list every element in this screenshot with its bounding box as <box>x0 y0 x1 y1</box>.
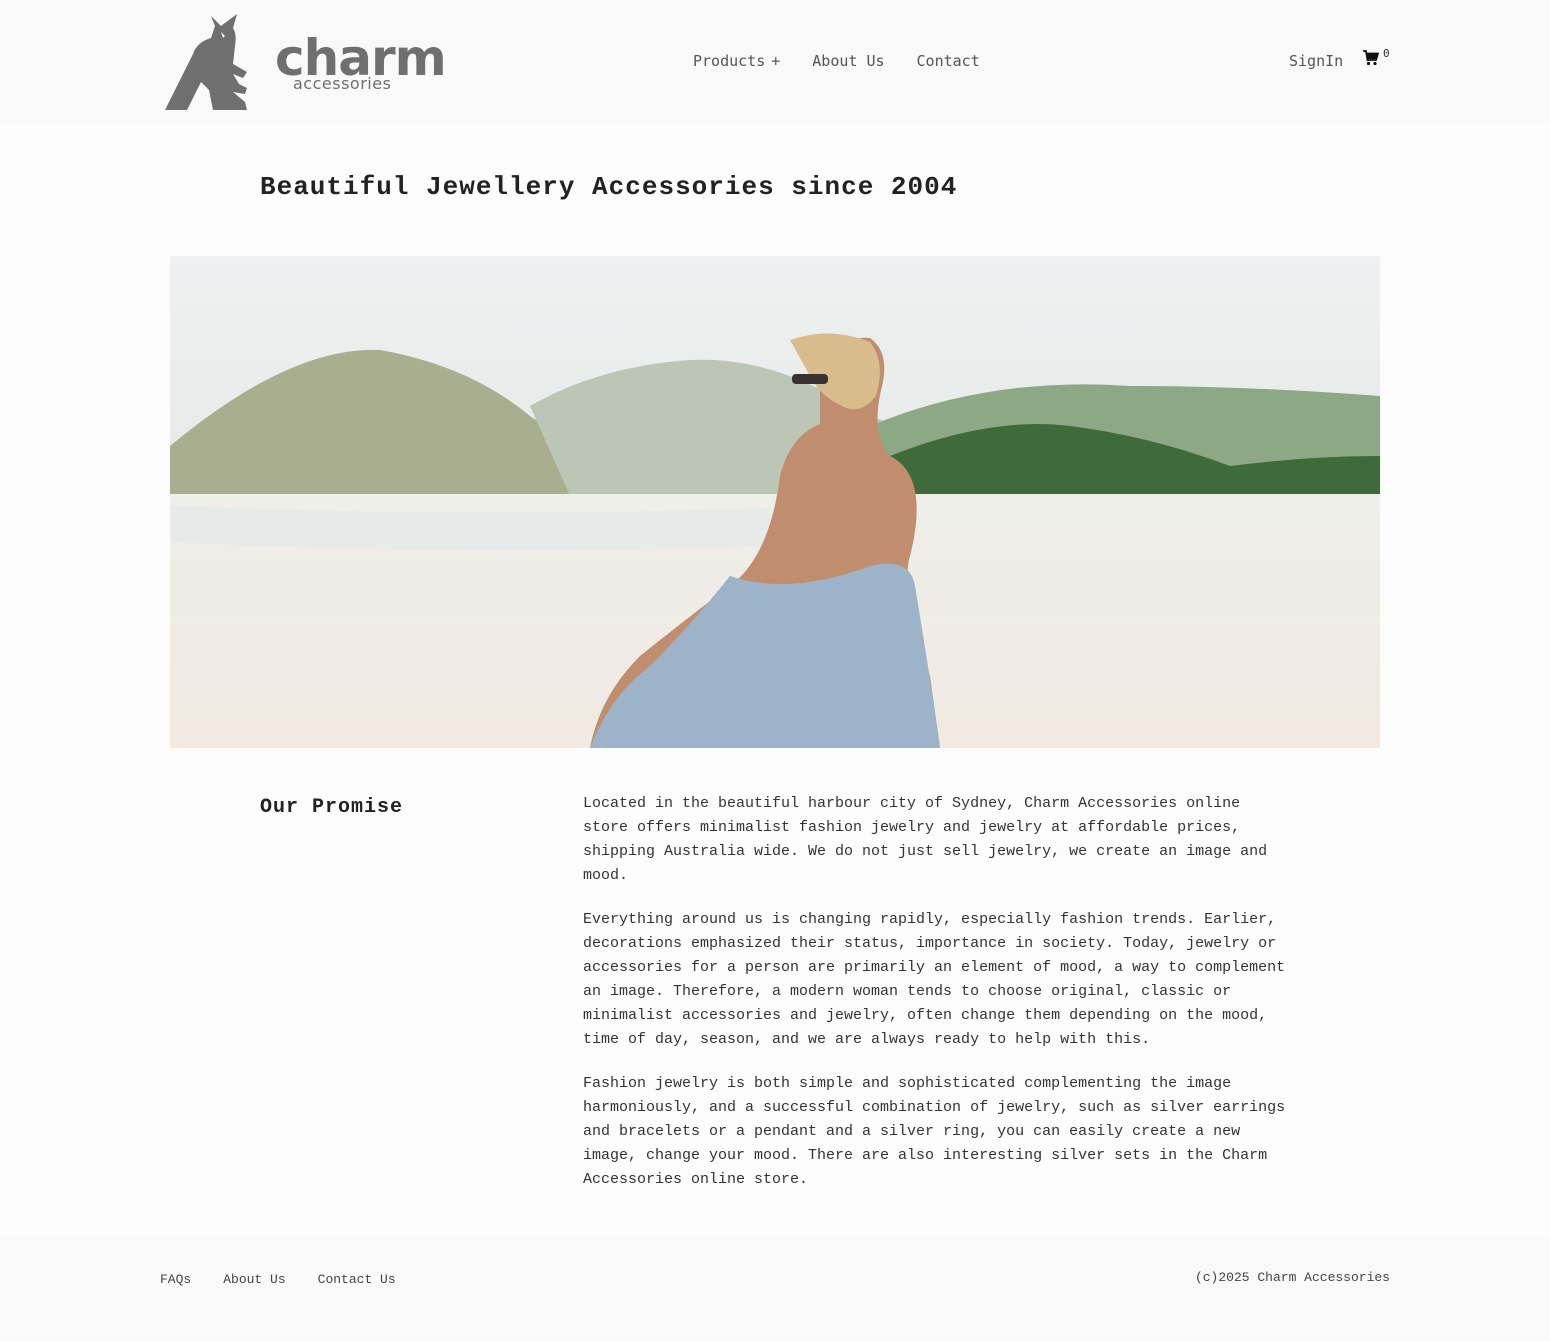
footer-link-faqs[interactable]: FAQs <box>160 1272 191 1287</box>
cart-icon <box>1363 50 1380 66</box>
page-title: Beautiful Jewellery Accessories since 20… <box>260 172 958 202</box>
site-logo[interactable]: charm accessories <box>163 12 447 112</box>
promise-paragraph: Fashion jewelry is both simple and sophi… <box>583 1075 1286 1188</box>
nav-item-about[interactable]: About Us <box>812 52 884 70</box>
promise-paragraph: Everything around us is changing rapidly… <box>583 911 1286 1048</box>
nav-item-contact[interactable]: Contact <box>917 52 980 70</box>
promise-paragraph: Located in the beautiful harbour city of… <box>583 795 1268 884</box>
footer-link-contact[interactable]: Contact Us <box>318 1272 396 1287</box>
site-header: charm accessories Products + About Us Con… <box>0 0 1550 124</box>
nav-item-products-label: Products <box>693 52 766 70</box>
footer-link-about[interactable]: About Us <box>223 1272 285 1287</box>
site-footer: FAQs About Us Contact Us (c)2025 Charm A… <box>0 1236 1550 1341</box>
signin-link[interactable]: SignIn <box>1289 52 1343 70</box>
hero-image <box>170 256 1380 748</box>
cart-count: 0 <box>1383 47 1390 60</box>
nav-item-products[interactable]: Products + <box>693 52 780 70</box>
main-nav: Products + About Us Contact <box>693 52 980 70</box>
kangaroo-logo-icon <box>165 14 247 110</box>
promise-body: Located in the beautiful harbour city of… <box>583 792 1291 1212</box>
promise-title: Our Promise <box>260 796 404 819</box>
plus-icon: + <box>771 52 781 70</box>
cart-button[interactable]: 0 <box>1363 47 1390 70</box>
footer-links: FAQs About Us Contact Us <box>160 1272 396 1287</box>
logo-subtitle: accessories <box>293 74 392 93</box>
copyright: (c)2025 Charm Accessories <box>1194 1270 1390 1285</box>
